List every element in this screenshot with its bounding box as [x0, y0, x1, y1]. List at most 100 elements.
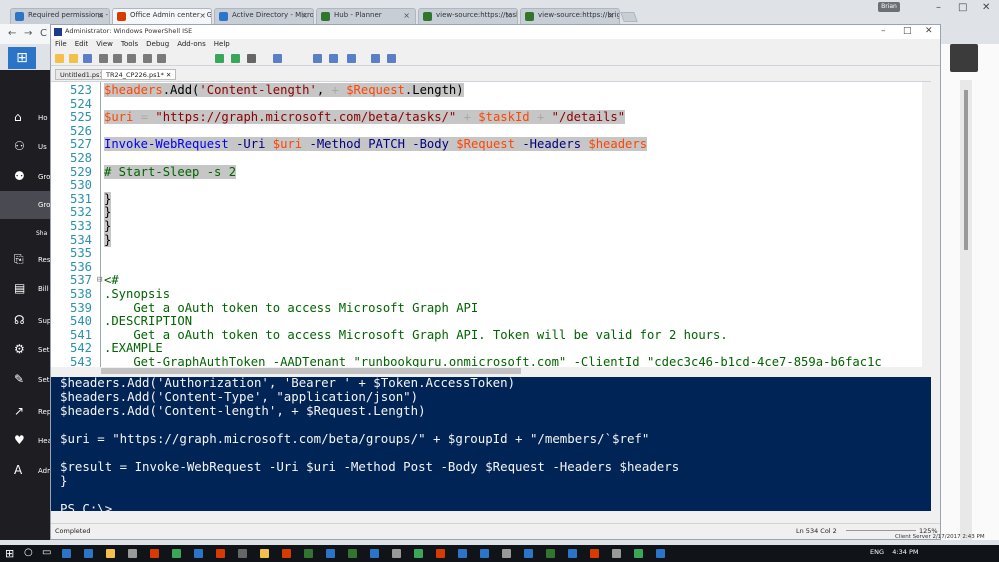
editor-line[interactable]: 532}	[51, 205, 931, 220]
taskbar-app-icon[interactable]	[304, 549, 313, 558]
taskbar-app-icon[interactable]	[502, 549, 511, 558]
menu-debug[interactable]: Debug	[146, 40, 169, 48]
menu-view[interactable]: View	[96, 40, 113, 48]
taskbar-app-icon[interactable]	[414, 549, 423, 558]
toolbar-button-icon[interactable]	[387, 54, 396, 63]
editor-line[interactable]: 525 $uri = "https://graph.microsoft.com/b…	[51, 110, 931, 125]
editor-line[interactable]: 531}	[51, 191, 931, 206]
close-icon[interactable]: ✕	[982, 2, 990, 13]
browser-tab[interactable]: Active Directory - Micro ×	[214, 8, 314, 24]
rail-item[interactable]: ♥ Hea	[0, 427, 52, 455]
rail-item[interactable]: ⚉ Gro	[0, 163, 50, 191]
toolbar-button-icon[interactable]	[99, 54, 108, 63]
editor-line[interactable]: 530	[51, 178, 931, 192]
toolbar-button-icon[interactable]	[113, 54, 122, 63]
taskbar-app-icon[interactable]	[172, 549, 181, 558]
taskbar-app-icon[interactable]	[216, 549, 225, 558]
refresh-icon[interactable]: C	[40, 28, 47, 39]
editor-line[interactable]: 537 ⊟ <#	[51, 273, 931, 287]
ise-minimize-icon[interactable]: –	[881, 26, 886, 36]
start-icon[interactable]: ⊞	[5, 547, 14, 560]
taskbar-app-icon[interactable]	[128, 549, 137, 558]
menu-file[interactable]: File	[55, 40, 67, 48]
browser-tab[interactable]: Required permissions - I ×	[10, 8, 110, 24]
zoom-slider[interactable]	[846, 530, 916, 531]
scrollbar-thumb[interactable]	[101, 368, 521, 374]
tab-close-icon[interactable]: ×	[301, 11, 308, 20]
tab-close-icon[interactable]: ✕	[166, 71, 171, 79]
console-pane[interactable]: $headers.Add('Authorization', 'Bearer ' …	[51, 377, 931, 511]
forward-icon[interactable]: →	[24, 28, 32, 39]
browser-tab[interactable]: view-source:https://brig ×	[520, 8, 620, 24]
editor-line[interactable]: 540 .DESCRIPTION	[51, 314, 931, 328]
rail-item[interactable]: ↗ Rep	[0, 398, 51, 426]
editor-line[interactable]: 524	[51, 97, 931, 111]
editor-line[interactable]: 538 .Synopsis	[51, 287, 931, 301]
toolbar-button-icon[interactable]	[273, 54, 282, 63]
taskbar-app-icon[interactable]	[326, 549, 335, 558]
editor-line[interactable]: 523 $headers.Add('Content-length', + $Req…	[51, 83, 931, 97]
editor-line[interactable]: 542 .EXAMPLE	[51, 341, 931, 355]
taskbar-app-icon[interactable]	[194, 549, 203, 558]
tray-time[interactable]: 4:34 PM	[892, 548, 918, 556]
tab-close-icon[interactable]: ×	[97, 11, 104, 20]
editor-line[interactable]: 539 Get a oAuth token to access Microsof…	[51, 301, 931, 315]
taskbar-app-icon[interactable]	[590, 549, 599, 558]
editor-line[interactable]: 528	[51, 151, 931, 165]
ise-close-icon[interactable]: ✕	[925, 26, 933, 36]
taskbar-app-icon[interactable]	[392, 549, 401, 558]
taskbar-app-icon[interactable]	[568, 549, 577, 558]
menu-addons[interactable]: Add-ons	[177, 40, 206, 48]
rail-item[interactable]: Gro	[0, 191, 50, 219]
rail-item[interactable]: ✎ Set	[0, 366, 50, 394]
browser-tab[interactable]: view-source:https://task ×	[418, 8, 518, 24]
rail-item[interactable]: ▤ Bill	[0, 275, 50, 303]
toolbar-button-icon[interactable]	[231, 54, 240, 63]
tab-close-icon[interactable]: ×	[403, 11, 410, 20]
editor-line[interactable]: 526	[51, 124, 931, 138]
taskbar-app-icon[interactable]	[436, 549, 445, 558]
editor-line[interactable]: 534}	[51, 232, 931, 247]
toolbar-button-icon[interactable]	[127, 54, 136, 63]
rail-item[interactable]: A Adm	[0, 457, 54, 485]
rail-item[interactable]: ⎘ Res	[0, 246, 51, 274]
editor-line[interactable]: 541 Get a oAuth token to access Microsof…	[51, 328, 931, 342]
tray-lang[interactable]: ENG	[870, 548, 884, 556]
rail-item[interactable]: ☊ Sup	[0, 307, 51, 335]
taskbar-app-icon[interactable]	[106, 549, 115, 558]
toolbar-button-icon[interactable]	[247, 54, 256, 63]
toolbar-button-icon[interactable]	[347, 54, 356, 63]
browser-tab[interactable]: Office Admin center - G ×	[112, 8, 212, 24]
taskbar-app-icon[interactable]	[348, 549, 357, 558]
tab-close-icon[interactable]: ×	[199, 11, 206, 20]
console-scrollbar[interactable]	[931, 377, 940, 511]
taskbar-app-icon[interactable]	[150, 549, 159, 558]
avatar[interactable]	[950, 44, 978, 72]
taskbar-app-icon[interactable]	[282, 549, 291, 558]
menu-help[interactable]: Help	[214, 40, 230, 48]
taskbar-app-icon[interactable]	[84, 549, 93, 558]
back-icon[interactable]: ←	[8, 28, 16, 39]
rail-item[interactable]: ⚙ Set	[0, 336, 50, 364]
rail-sub-label[interactable]: Sha	[36, 230, 47, 237]
rail-item[interactable]: ⌂ Ho	[0, 104, 50, 132]
taskbar-app-icon[interactable]	[546, 549, 555, 558]
new-tab-button[interactable]	[620, 12, 638, 22]
editor-line[interactable]: 543 Get-GraphAuthToken -AADTenant "runbo…	[51, 355, 931, 367]
tab-close-icon[interactable]: ×	[607, 11, 614, 20]
fold-toggle-icon[interactable]: ⊟	[97, 273, 102, 287]
toolbar-button-icon[interactable]	[371, 54, 380, 63]
editor-horizontal-scrollbar[interactable]	[51, 367, 931, 375]
editor-vertical-scrollbar[interactable]	[922, 82, 931, 367]
editor-line[interactable]: 527 Invoke-WebRequest -Uri $uri -Method P…	[51, 137, 931, 152]
page-scrollbar[interactable]	[960, 80, 972, 540]
rail-item[interactable]: ⚇ Us	[0, 133, 50, 161]
taskbar-app-icon[interactable]	[238, 549, 247, 558]
editor-line[interactable]: 529 # Start-Sleep -s 2	[51, 164, 931, 179]
tab-close-icon[interactable]: ×	[505, 11, 512, 20]
taskbar-app-icon[interactable]	[370, 549, 379, 558]
editor-line[interactable]: 535	[51, 246, 931, 260]
app-launcher-icon[interactable]: ⊞	[8, 47, 36, 69]
toolbar-button-icon[interactable]	[55, 54, 64, 63]
taskbar-app-icon[interactable]	[634, 549, 643, 558]
